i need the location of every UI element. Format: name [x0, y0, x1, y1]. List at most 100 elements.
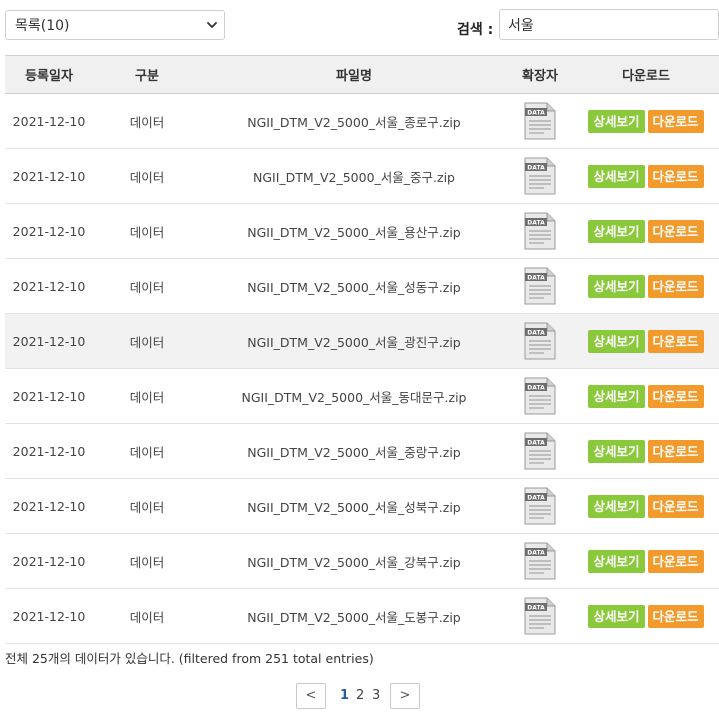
cell-date: 2021-12-10	[5, 588, 93, 644]
cell-type: 데이터	[93, 148, 201, 204]
download-button[interactable]: 다운로드	[647, 329, 704, 353]
cell-filename: NGII_DTM_V2_5000_서울_성동구.zip	[201, 258, 507, 314]
data-file-icon[interactable]: DATA	[524, 157, 556, 195]
data-file-icon[interactable]: DATA	[524, 212, 556, 250]
header-extension[interactable]: 확장자	[507, 55, 573, 94]
download-button[interactable]: 다운로드	[647, 274, 704, 298]
cell-date: 2021-12-10	[5, 533, 93, 589]
cell-date: 2021-12-10	[5, 93, 93, 149]
cell-date: 2021-12-10	[5, 258, 93, 314]
table-row: 2021-12-10 데이터 NGII_DTM_V2_5000_서울_광진구.z…	[5, 313, 719, 369]
page-3-link[interactable]: 3	[372, 688, 380, 703]
page-size-value: 목록(10)	[15, 18, 70, 34]
prev-page-button[interactable]: <	[296, 683, 326, 709]
cell-filename: NGII_DTM_V2_5000_서울_강북구.zip	[201, 533, 507, 589]
cell-type: 데이터	[93, 533, 201, 589]
table-row: 2021-12-10 데이터 NGII_DTM_V2_5000_서울_동대문구.…	[5, 368, 719, 424]
cell-type: 데이터	[93, 313, 201, 369]
cell-type: 데이터	[93, 423, 201, 479]
detail-button[interactable]: 상세보기	[588, 604, 645, 628]
data-file-icon[interactable]: DATA	[524, 377, 556, 415]
cell-download: 상세보기 다운로드	[573, 258, 719, 314]
cell-extension: DATA	[507, 258, 573, 314]
download-button[interactable]: 다운로드	[647, 384, 704, 408]
file-icon-label: DATA	[527, 275, 545, 282]
file-icon-label: DATA	[527, 550, 545, 557]
detail-button[interactable]: 상세보기	[588, 439, 645, 463]
table-row: 2021-12-10 데이터 NGII_DTM_V2_5000_서울_도봉구.z…	[5, 588, 719, 644]
header-filename[interactable]: 파일명	[201, 55, 507, 94]
pagination: < 1 2 3 >	[0, 683, 719, 709]
detail-button[interactable]: 상세보기	[588, 549, 645, 573]
page-1-link[interactable]: 1	[340, 688, 349, 703]
file-icon-label: DATA	[527, 110, 545, 117]
cell-date: 2021-12-10	[5, 203, 93, 259]
file-icon-label: DATA	[527, 495, 545, 502]
cell-download: 상세보기 다운로드	[573, 533, 719, 589]
search-input[interactable]	[499, 9, 719, 40]
data-file-icon[interactable]: DATA	[524, 487, 556, 525]
table-row: 2021-12-10 데이터 NGII_DTM_V2_5000_서울_중구.zi…	[5, 148, 719, 204]
data-file-icon[interactable]: DATA	[524, 432, 556, 470]
cell-download: 상세보기 다운로드	[573, 148, 719, 204]
cell-type: 데이터	[93, 258, 201, 314]
download-button[interactable]: 다운로드	[647, 604, 704, 628]
cell-date: 2021-12-10	[5, 478, 93, 534]
cell-download: 상세보기 다운로드	[573, 203, 719, 259]
next-page-button[interactable]: >	[390, 683, 420, 709]
table-row: 2021-12-10 데이터 NGII_DTM_V2_5000_서울_종로구.z…	[5, 93, 719, 149]
data-file-icon[interactable]: DATA	[524, 597, 556, 635]
page-size-select[interactable]: 목록(10)	[5, 10, 225, 40]
table-row: 2021-12-10 데이터 NGII_DTM_V2_5000_서울_성동구.z…	[5, 258, 719, 314]
table-row: 2021-12-10 데이터 NGII_DTM_V2_5000_서울_중랑구.z…	[5, 423, 719, 479]
cell-filename: NGII_DTM_V2_5000_서울_동대문구.zip	[201, 368, 507, 424]
table-row: 2021-12-10 데이터 NGII_DTM_V2_5000_서울_용산구.z…	[5, 203, 719, 259]
chevron-down-icon	[207, 22, 217, 28]
header-download[interactable]: 다운로드	[573, 55, 719, 94]
cell-download: 상세보기 다운로드	[573, 368, 719, 424]
cell-filename: NGII_DTM_V2_5000_서울_용산구.zip	[201, 203, 507, 259]
detail-button[interactable]: 상세보기	[588, 384, 645, 408]
download-button[interactable]: 다운로드	[647, 549, 704, 573]
search-label: 검색 :	[457, 22, 494, 38]
detail-button[interactable]: 상세보기	[588, 219, 645, 243]
data-file-icon[interactable]: DATA	[524, 267, 556, 305]
download-button[interactable]: 다운로드	[647, 109, 704, 133]
cell-date: 2021-12-10	[5, 148, 93, 204]
data-file-icon[interactable]: DATA	[524, 322, 556, 360]
cell-extension: DATA	[507, 148, 573, 204]
cell-extension: DATA	[507, 423, 573, 479]
data-file-icon[interactable]: DATA	[524, 542, 556, 580]
header-type[interactable]: 구분	[93, 55, 201, 94]
detail-button[interactable]: 상세보기	[588, 274, 645, 298]
file-icon-label: DATA	[527, 385, 545, 392]
file-icon-label: DATA	[527, 220, 545, 227]
cell-filename: NGII_DTM_V2_5000_서울_중랑구.zip	[201, 423, 507, 479]
cell-extension: DATA	[507, 533, 573, 589]
file-icon-label: DATA	[527, 330, 545, 337]
cell-extension: DATA	[507, 368, 573, 424]
data-table: 등록일자 구분 파일명 확장자 다운로드 2021-12-10 데이터 NGII…	[5, 55, 719, 644]
download-button[interactable]: 다운로드	[647, 219, 704, 243]
detail-button[interactable]: 상세보기	[588, 109, 645, 133]
cell-download: 상세보기 다운로드	[573, 478, 719, 534]
cell-type: 데이터	[93, 368, 201, 424]
cell-date: 2021-12-10	[5, 368, 93, 424]
detail-button[interactable]: 상세보기	[588, 329, 645, 353]
download-button[interactable]: 다운로드	[647, 439, 704, 463]
table-row: 2021-12-10 데이터 NGII_DTM_V2_5000_서울_강북구.z…	[5, 533, 719, 589]
cell-download: 상세보기 다운로드	[573, 423, 719, 479]
data-file-icon[interactable]: DATA	[524, 102, 556, 140]
cell-extension: DATA	[507, 478, 573, 534]
cell-type: 데이터	[93, 478, 201, 534]
download-button[interactable]: 다운로드	[647, 164, 704, 188]
cell-type: 데이터	[93, 203, 201, 259]
detail-button[interactable]: 상세보기	[588, 494, 645, 518]
page-2-link[interactable]: 2	[356, 688, 364, 703]
cell-download: 상세보기 다운로드	[573, 313, 719, 369]
table-header-row: 등록일자 구분 파일명 확장자 다운로드	[5, 55, 719, 94]
download-button[interactable]: 다운로드	[647, 494, 704, 518]
header-date[interactable]: 등록일자	[5, 55, 93, 94]
detail-button[interactable]: 상세보기	[588, 164, 645, 188]
table-row: 2021-12-10 데이터 NGII_DTM_V2_5000_서울_성북구.z…	[5, 478, 719, 534]
